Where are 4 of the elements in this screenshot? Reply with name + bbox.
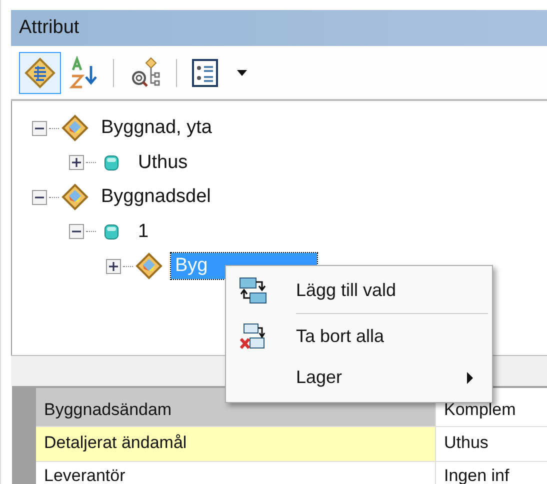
property-value: Komplem [443, 399, 517, 421]
property-value: Uthus [443, 432, 490, 454]
panel-title: Attribut [19, 17, 80, 39]
property-name: Detaljerat ändamål [36, 427, 436, 461]
